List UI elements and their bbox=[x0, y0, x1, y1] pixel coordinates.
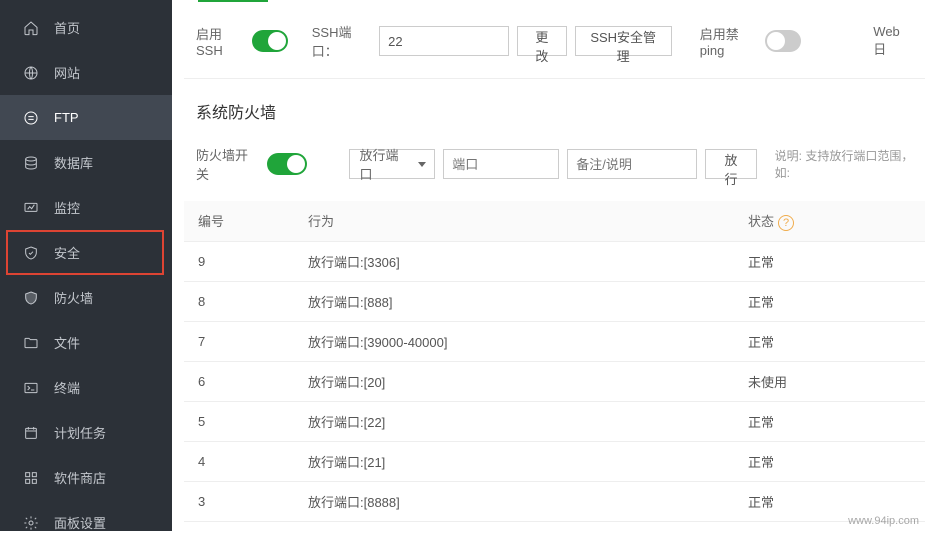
cell-action: 放行端口:[39000-40000] bbox=[294, 321, 734, 361]
ping-toggle[interactable] bbox=[765, 30, 801, 52]
sidebar-item-label: 安全 bbox=[54, 243, 80, 262]
table-row: 8放行端口:[888]正常 bbox=[184, 281, 925, 321]
sidebar: 首页 网站 FTP 数据库 监控 安全 防火墙 文件 bbox=[0, 0, 172, 531]
cell-status: 正常 bbox=[734, 441, 925, 481]
cell-id: 3 bbox=[184, 481, 294, 521]
cell-id: 7 bbox=[184, 321, 294, 361]
sidebar-item-appstore[interactable]: 软件商店 bbox=[0, 455, 172, 500]
table-row: 9放行端口:[3306]正常 bbox=[184, 241, 925, 281]
cell-id: 5 bbox=[184, 401, 294, 441]
cell-id: 2 bbox=[184, 521, 294, 531]
sidebar-item-label: 计划任务 bbox=[54, 423, 106, 442]
firewall-port-input[interactable] bbox=[443, 149, 559, 179]
th-action: 行为 bbox=[294, 201, 734, 241]
apps-icon bbox=[22, 469, 40, 487]
monitor-icon bbox=[22, 199, 40, 217]
globe-icon bbox=[22, 64, 40, 82]
sidebar-item-label: 监控 bbox=[54, 198, 80, 217]
sidebar-item-site[interactable]: 网站 bbox=[0, 50, 172, 95]
shield-icon bbox=[22, 244, 40, 262]
firewall-table: 编号 行为 状态? 9放行端口:[3306]正常8放行端口:[888]正常7放行… bbox=[184, 201, 925, 531]
sidebar-item-label: FTP bbox=[54, 110, 79, 125]
cell-action: 放行端口:[888] bbox=[294, 281, 734, 321]
cell-action: 放行端口:[20] bbox=[294, 361, 734, 401]
cell-status: 正常 bbox=[734, 281, 925, 321]
cell-status: 正常 bbox=[734, 321, 925, 361]
sidebar-item-label: 数据库 bbox=[54, 153, 93, 172]
firewall-controls: 防火墙开关 放行端口 放行 说明: 支持放行端口范围，如: bbox=[172, 133, 925, 201]
firewall-remark-input[interactable] bbox=[567, 149, 697, 179]
home-icon bbox=[22, 19, 40, 37]
main-content: 启用SSH SSH端口： 更改 SSH安全管理 启用禁ping Web日 系统防… bbox=[172, 0, 925, 531]
sidebar-item-cron[interactable]: 计划任务 bbox=[0, 410, 172, 455]
sidebar-item-label: 终端 bbox=[54, 378, 80, 397]
database-icon bbox=[22, 154, 40, 172]
cell-status: 正常 bbox=[734, 401, 925, 441]
ssh-enable-label: 启用SSH bbox=[196, 24, 244, 58]
table-row: 4放行端口:[21]正常 bbox=[184, 441, 925, 481]
cell-action: 放行端口:[21] bbox=[294, 441, 734, 481]
sidebar-item-monitor[interactable]: 监控 bbox=[0, 185, 172, 230]
firewall-switch-label: 防火墙开关 bbox=[196, 145, 259, 183]
cell-id: 4 bbox=[184, 441, 294, 481]
sidebar-item-ftp[interactable]: FTP bbox=[0, 95, 172, 140]
help-icon[interactable]: ? bbox=[778, 215, 794, 231]
cell-id: 6 bbox=[184, 361, 294, 401]
cell-action: 放行端口:[8888] bbox=[294, 481, 734, 521]
ssh-manage-button[interactable]: SSH安全管理 bbox=[575, 26, 672, 56]
sidebar-item-settings[interactable]: 面板设置 bbox=[0, 500, 172, 545]
cell-status: 未使用 bbox=[734, 361, 925, 401]
table-row: 6放行端口:[20]未使用 bbox=[184, 361, 925, 401]
sidebar-item-label: 软件商店 bbox=[54, 468, 106, 487]
terminal-icon bbox=[22, 379, 40, 397]
table-row: 3放行端口:[8888]正常 bbox=[184, 481, 925, 521]
sidebar-item-label: 网站 bbox=[54, 63, 80, 82]
table-row: 7放行端口:[39000-40000]正常 bbox=[184, 321, 925, 361]
settings-icon bbox=[22, 514, 40, 532]
cell-status: 正常 bbox=[734, 241, 925, 281]
th-status: 状态? bbox=[734, 201, 925, 241]
web-log-label: Web日 bbox=[873, 24, 909, 58]
sidebar-item-files[interactable]: 文件 bbox=[0, 320, 172, 365]
sidebar-item-security[interactable]: 安全 bbox=[6, 230, 164, 275]
sidebar-item-label: 面板设置 bbox=[54, 513, 106, 532]
sidebar-item-label: 防火墙 bbox=[54, 288, 93, 307]
ssh-change-button[interactable]: 更改 bbox=[517, 26, 567, 56]
folder-icon bbox=[22, 334, 40, 352]
sidebar-item-label: 文件 bbox=[54, 333, 80, 352]
ssh-controls: 启用SSH SSH端口： 更改 SSH安全管理 启用禁ping Web日 bbox=[184, 4, 925, 79]
firewall-type-select[interactable]: 放行端口 bbox=[349, 149, 436, 179]
ssh-port-label: SSH端口： bbox=[312, 22, 371, 60]
ssh-port-input[interactable] bbox=[379, 26, 509, 56]
firewall-icon bbox=[22, 289, 40, 307]
sidebar-item-label: 首页 bbox=[54, 18, 80, 37]
ping-label: 启用禁ping bbox=[700, 24, 757, 58]
firewall-submit-button[interactable]: 放行 bbox=[705, 149, 756, 179]
sidebar-item-database[interactable]: 数据库 bbox=[0, 140, 172, 185]
table-row: 2放行端口:[80]正常 bbox=[184, 521, 925, 531]
cell-action: 放行端口:[22] bbox=[294, 401, 734, 441]
sidebar-item-terminal[interactable]: 终端 bbox=[0, 365, 172, 410]
firewall-hint: 说明: 支持放行端口范围，如: bbox=[775, 147, 925, 181]
cell-id: 8 bbox=[184, 281, 294, 321]
firewall-section-title: 系统防火墙 bbox=[172, 79, 925, 133]
cell-action: 放行端口:[80] bbox=[294, 521, 734, 531]
cell-action: 放行端口:[3306] bbox=[294, 241, 734, 281]
sidebar-item-home[interactable]: 首页 bbox=[0, 5, 172, 50]
watermark: www.94ip.com bbox=[848, 515, 919, 527]
schedule-icon bbox=[22, 424, 40, 442]
table-row: 5放行端口:[22]正常 bbox=[184, 401, 925, 441]
ftp-icon bbox=[22, 109, 40, 127]
th-id: 编号 bbox=[184, 201, 294, 241]
cell-id: 9 bbox=[184, 241, 294, 281]
ssh-toggle[interactable] bbox=[252, 30, 288, 52]
sidebar-item-firewall[interactable]: 防火墙 bbox=[0, 275, 172, 320]
firewall-toggle[interactable] bbox=[267, 153, 306, 175]
